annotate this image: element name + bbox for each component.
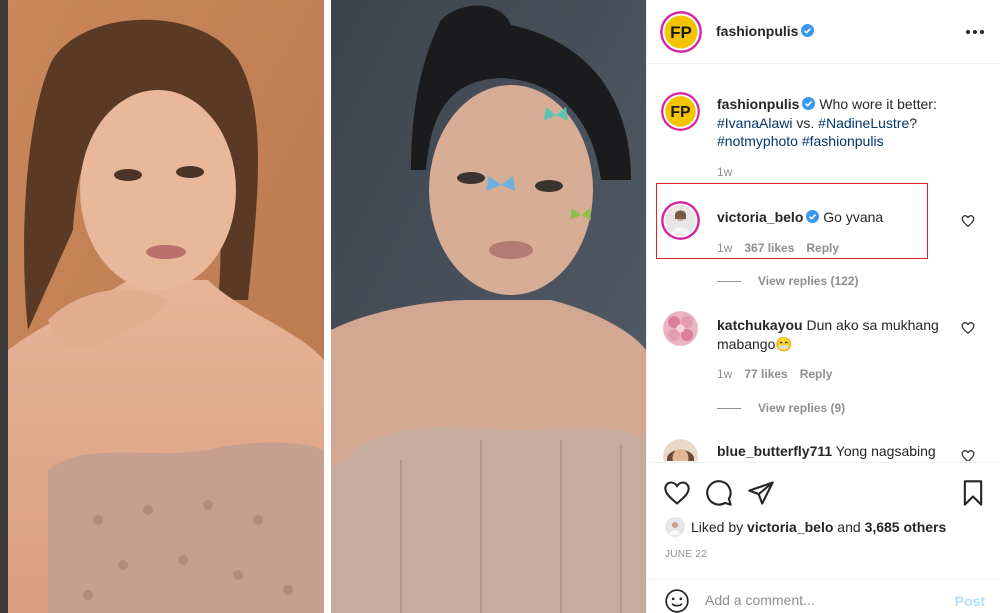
- comment-likes-count[interactable]: 77 likes: [744, 367, 787, 381]
- commenter-username[interactable]: katchukayou: [717, 317, 803, 333]
- view-replies-label[interactable]: View replies (9): [758, 401, 845, 415]
- view-replies-button[interactable]: View replies (122): [717, 274, 859, 288]
- add-comment-bar: Post: [647, 579, 1000, 613]
- replies-divider-line: [717, 281, 741, 283]
- verified-badge-icon: [806, 210, 820, 223]
- post-date[interactable]: JUNE 22: [665, 549, 707, 560]
- left-photo: [8, 0, 324, 613]
- like-comment-heart-icon[interactable]: [961, 214, 975, 228]
- like-comment-heart-icon[interactable]: [961, 321, 975, 335]
- post-side-panel: FP fashionpulis FP fashionpulis Who wore…: [646, 0, 1000, 613]
- view-replies-button[interactable]: View replies (9): [717, 401, 845, 415]
- comment-body: Yong nagsabing: [835, 443, 936, 459]
- grin-emoji: 😁: [775, 335, 793, 352]
- liked-by-user-link[interactable]: victoria_belo: [747, 519, 833, 535]
- caption-timestamp[interactable]: 1w: [717, 165, 732, 179]
- author-username[interactable]: fashionpulis: [716, 23, 815, 39]
- view-replies-label[interactable]: View replies (122): [758, 274, 859, 288]
- liked-by-text: Liked by victoria_belo and 3,685 others: [665, 517, 946, 537]
- comment-meta: 1w 77 likes Reply: [717, 367, 832, 381]
- svg-text:FP: FP: [670, 23, 692, 42]
- liked-by-prefix: Liked by: [691, 519, 748, 535]
- verified-badge-icon: [802, 97, 816, 110]
- comment-text: victoria_belo Go yvana: [717, 208, 957, 227]
- share-paper-plane-icon[interactable]: [747, 479, 775, 507]
- commenter-avatar[interactable]: [663, 311, 698, 346]
- commenter-avatar[interactable]: [663, 439, 698, 461]
- hashtag-link[interactable]: #fashionpulis: [802, 133, 884, 149]
- reply-button[interactable]: Reply: [806, 241, 839, 255]
- author-username-text[interactable]: fashionpulis: [716, 23, 798, 39]
- caption-body: ?: [909, 114, 918, 131]
- hashtag-link[interactable]: #notmyphoto: [717, 133, 798, 149]
- like-heart-icon[interactable]: [663, 479, 691, 507]
- comments-list[interactable]: FP fashionpulis Who wore it better: #Iva…: [647, 65, 1000, 461]
- caption-body: Who wore it better:: [819, 96, 937, 112]
- comment-text: katchukayou Dun ako sa mukhang mabango😁: [717, 316, 957, 353]
- comment-likes-count[interactable]: 367 likes: [744, 241, 794, 255]
- comment-timestamp[interactable]: 1w: [717, 367, 732, 381]
- caption-username[interactable]: fashionpulis: [717, 96, 799, 112]
- comment-bubble-icon[interactable]: [705, 479, 733, 507]
- right-photo: [331, 0, 646, 613]
- author-avatar[interactable]: FP: [660, 11, 702, 53]
- caption-body: vs.: [792, 114, 819, 131]
- post-comment-button[interactable]: Post: [955, 593, 985, 609]
- emoji-smiley-icon[interactable]: [664, 588, 690, 613]
- image-edge-strip: [0, 0, 8, 613]
- post-actions: Liked by victoria_belo and 3,685 others …: [647, 462, 1000, 572]
- verified-badge-icon: [801, 24, 815, 37]
- replies-divider-line: [717, 408, 741, 410]
- add-comment-input[interactable]: [705, 592, 935, 608]
- like-comment-heart-icon[interactable]: [961, 449, 975, 461]
- liked-by-middle: and: [833, 519, 865, 535]
- svg-text:FP: FP: [670, 104, 690, 121]
- comment-timestamp[interactable]: 1w: [717, 241, 732, 255]
- more-options-icon[interactable]: [963, 22, 987, 42]
- comment-body: Go yvana: [823, 209, 884, 225]
- liked-by-others-link[interactable]: 3,685 others: [865, 519, 947, 535]
- reply-button[interactable]: Reply: [800, 367, 833, 381]
- caption-avatar[interactable]: FP: [661, 92, 700, 131]
- commenter-username[interactable]: victoria_belo: [717, 209, 803, 225]
- save-bookmark-icon[interactable]: [959, 479, 987, 507]
- hashtag-link[interactable]: #NadineLustre: [818, 115, 909, 131]
- caption-text: fashionpulis Who wore it better: #IvanaA…: [717, 95, 967, 151]
- post-header: FP fashionpulis: [647, 0, 1000, 64]
- liker-avatar[interactable]: [665, 517, 685, 537]
- comment-meta: 1w 367 likes Reply: [717, 241, 839, 255]
- commenter-username[interactable]: blue_butterfly711: [717, 443, 832, 459]
- commenter-avatar[interactable]: [661, 201, 700, 240]
- caption-meta: 1w: [717, 165, 732, 179]
- post-image[interactable]: [0, 0, 646, 613]
- hashtag-link[interactable]: #IvanaAlawi: [717, 115, 793, 131]
- comment-text: blue_butterfly711 Yong nagsabing: [717, 442, 957, 461]
- instagram-post-view: FP fashionpulis FP fashionpulis Who wore…: [0, 0, 1000, 613]
